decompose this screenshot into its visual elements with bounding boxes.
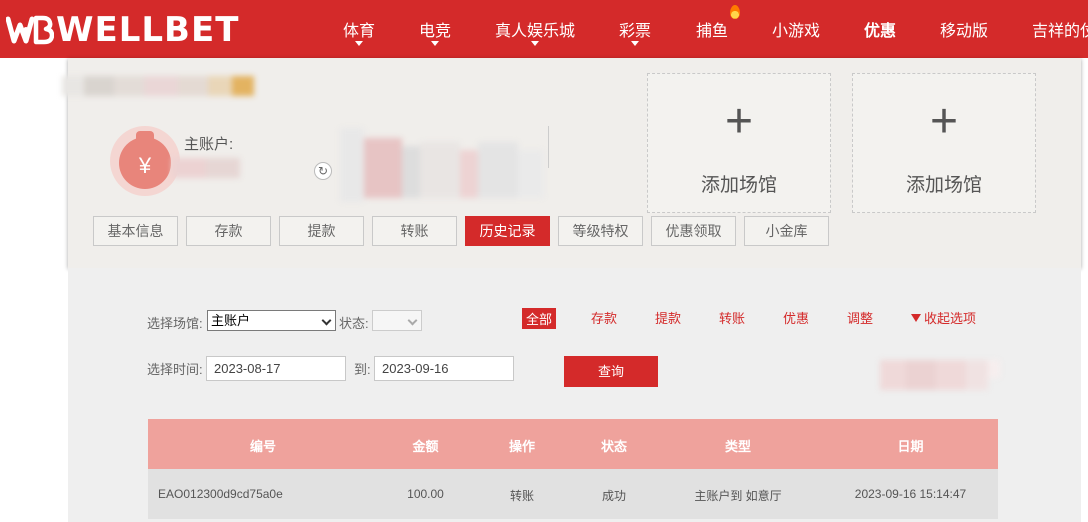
wallet-avatar: ¥: [110, 126, 180, 196]
date-to-label: 到:: [354, 362, 371, 377]
plus-icon: +: [929, 95, 959, 148]
tab-claim-promotions[interactable]: 优惠领取: [651, 216, 736, 246]
cell-amount: 100.00: [407, 487, 444, 501]
table-header: 编号 金额 操作 状态 类型 日期: [148, 419, 998, 469]
triangle-down-icon: [911, 314, 921, 322]
filter-all[interactable]: 全部: [522, 308, 557, 329]
cell-date: 2023-09-16 15:14:47: [854, 487, 967, 501]
filter-withdraw[interactable]: 提款: [655, 308, 681, 327]
date-to-input[interactable]: 2023-09-16: [374, 356, 514, 381]
venue-balances-redacted: [340, 128, 550, 202]
filter-deposit[interactable]: 存款: [591, 308, 617, 327]
add-venue-label: 添加场馆: [905, 175, 982, 196]
tab-vault[interactable]: 小金库: [744, 216, 829, 246]
nav-item-lucky[interactable]: 吉祥的仗: [1032, 17, 1088, 41]
nav-item-label: 彩票: [619, 23, 652, 40]
nav-item-label: 体育: [343, 23, 376, 40]
tab-deposit[interactable]: 存款: [186, 216, 271, 246]
collapse-options-label: 收起选项: [924, 311, 977, 326]
tab-basic-info[interactable]: 基本信息: [93, 216, 178, 246]
column-header-operation: 操作: [508, 439, 535, 454]
nav-item-lottery[interactable]: 彩票: [619, 17, 652, 46]
column-header-type: 类型: [724, 439, 751, 454]
nav-item-label: 吉祥的仗: [1032, 23, 1088, 40]
nav-item-label: 捕鱼: [696, 23, 729, 40]
cell-operation: 转账: [509, 489, 534, 503]
venue-select-value: 主账户: [211, 313, 251, 328]
date-from-input[interactable]: 2023-08-17: [206, 356, 346, 381]
nav-item-label: 移动版: [940, 23, 989, 40]
cell-type: 主账户到 如意厅: [694, 489, 782, 503]
balance-redacted: [172, 154, 242, 182]
main-account-label: 主账户:: [184, 136, 234, 153]
add-venue-card-1[interactable]: + 添加场馆: [647, 73, 831, 213]
filter-promotion[interactable]: 优惠: [783, 308, 809, 327]
column-header-id: 编号: [249, 439, 276, 454]
column-header-amount: 金额: [412, 439, 439, 454]
chevron-down-icon: [431, 41, 439, 46]
brand-name: WELLBET: [56, 10, 240, 50]
cell-id: EAO012300d9cd75a0e: [158, 487, 283, 501]
chevron-down-icon: [631, 41, 639, 46]
table-row: EAO012300d9cd75a0e 100.00 转账 成功 主账户到 如意厅…: [148, 469, 998, 519]
plus-icon: +: [724, 95, 754, 148]
nav-item-label: 真人娱乐城: [495, 23, 576, 40]
divider: [548, 126, 549, 168]
chevron-down-icon: [407, 315, 418, 326]
nav-item-label: 优惠: [864, 23, 897, 40]
column-header-status: 状态: [600, 439, 627, 454]
add-venue-label: 添加场馆: [700, 175, 777, 196]
wb-logo-mark-icon: [5, 13, 55, 47]
time-range-label: 选择时间:: [147, 362, 203, 377]
status-select[interactable]: [372, 310, 422, 331]
wellbet-logo[interactable]: WELLBET: [5, 8, 240, 52]
nav-item-live-casino[interactable]: 真人娱乐城: [495, 17, 576, 46]
nav-item-fishing[interactable]: 捕鱼: [696, 5, 741, 41]
account-card: ¥ 主账户: ↻ + 添加场馆 + 添加场馆 基本信息 存款 提款 转账 历史记…: [62, 58, 1081, 268]
cell-status: 成功: [601, 489, 626, 503]
fire-icon: [730, 5, 741, 19]
filter-transfer[interactable]: 转账: [719, 308, 745, 327]
collapse-options-toggle[interactable]: 收起选项: [911, 308, 976, 327]
nav-item-mini-games[interactable]: 小游戏: [772, 17, 820, 41]
tab-history[interactable]: 历史记录: [465, 216, 550, 246]
chevron-down-icon: [321, 315, 332, 326]
venue-select-label: 选择场馆:: [147, 316, 203, 331]
history-panel: 选择场馆: 主账户 状态: 全部 存款 提款 转账 优惠 调整 收起选项 选择时…: [68, 268, 1081, 522]
tab-vip-privileges[interactable]: 等级特权: [558, 216, 643, 246]
chevron-down-icon: [531, 41, 539, 46]
add-venue-card-2[interactable]: + 添加场馆: [852, 73, 1036, 213]
nav-item-sports[interactable]: 体育: [343, 17, 376, 46]
tab-withdraw[interactable]: 提款: [279, 216, 364, 246]
money-bag-icon: ¥: [119, 131, 171, 189]
username-redacted: [62, 72, 262, 100]
status-select-label: 状态:: [339, 316, 369, 331]
chevron-down-icon: [355, 41, 363, 46]
query-button[interactable]: 查询: [564, 356, 658, 387]
tab-transfer[interactable]: 转账: [372, 216, 457, 246]
nav-item-label: 电竞: [419, 23, 452, 40]
venue-select[interactable]: 主账户: [207, 310, 336, 331]
filter-adjustment[interactable]: 调整: [847, 308, 873, 327]
top-navigation-bar: WELLBET 体育 电竞 真人娱乐城 彩票 捕鱼 小游戏 优惠 移动版 吉祥的: [0, 0, 1088, 58]
nav-item-promotions[interactable]: 优惠: [864, 17, 896, 41]
column-header-date: 日期: [897, 439, 924, 454]
refresh-balance-icon[interactable]: ↻: [314, 162, 332, 180]
summary-redacted: [880, 356, 1002, 394]
nav-item-label: 小游戏: [772, 23, 821, 40]
nav-item-mobile[interactable]: 移动版: [940, 17, 988, 41]
nav-item-esports[interactable]: 电竞: [419, 17, 452, 46]
